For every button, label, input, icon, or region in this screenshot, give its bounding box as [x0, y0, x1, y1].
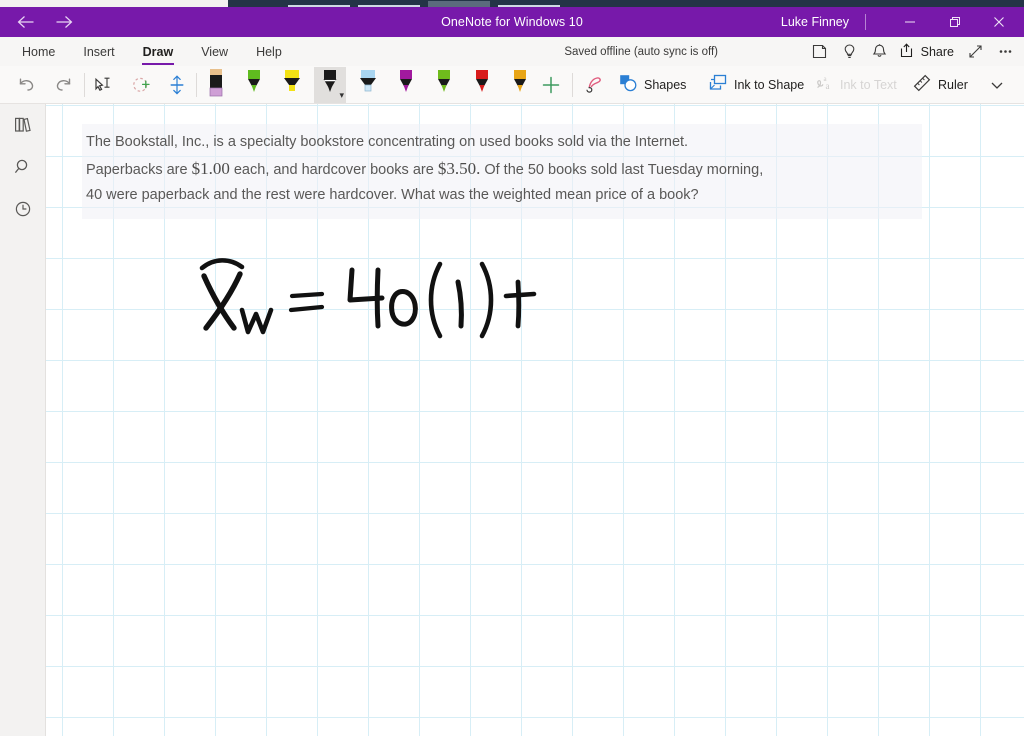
pen-yellow-highlighter[interactable] [276, 67, 308, 103]
ribbon-actions: Share [805, 37, 1020, 66]
toolbar-divider-2 [196, 73, 197, 97]
redo-button[interactable] [48, 69, 80, 101]
background-window-left [0, 0, 228, 7]
toolbar-divider-1 [84, 73, 85, 97]
minimize-button[interactable] [888, 7, 932, 37]
tab-draw[interactable]: Draw [129, 37, 188, 66]
pen-black-selected[interactable]: ▾ [314, 67, 346, 103]
tab-view[interactable]: View [187, 37, 242, 66]
price-paperback: $1.00 [191, 158, 230, 178]
add-pen-button[interactable] [536, 69, 566, 101]
note-line2-part-c: Of the 50 books sold last Tuesday mornin… [480, 161, 764, 178]
titlebar-divider [865, 14, 866, 30]
shapes-button[interactable]: Shapes [614, 69, 690, 101]
pen-lime[interactable] [428, 67, 460, 103]
close-button[interactable] [977, 7, 1021, 37]
ribbon-tabs: Home Insert Draw View Help [8, 37, 296, 66]
save-status-text: Saved offline (auto sync is off) [564, 45, 718, 58]
title-bar: OneNote for Windows 10 Luke Finney [0, 7, 1024, 37]
maximize-restore-button[interactable] [933, 7, 977, 37]
note-text-line-3: 40 were paperback and the rest were hard… [86, 187, 699, 203]
share-icon [899, 42, 916, 62]
eraser-icon[interactable] [126, 69, 156, 101]
ruler-icon [912, 73, 932, 98]
account-name[interactable]: Luke Finney [781, 7, 849, 37]
toolbar-overflow-chevron-icon[interactable] [982, 69, 1012, 101]
tab-insert[interactable]: Insert [69, 37, 128, 66]
recent-clock-icon[interactable] [0, 188, 46, 230]
pen-orange[interactable] [504, 67, 536, 103]
handwritten-ink-equation[interactable] [196, 244, 616, 374]
draw-toolbar: ▾ Shapes Ink to Shape a a Ink to Text Ru… [0, 66, 1024, 104]
note-page-canvas[interactable]: The Bookstall, Inc., is a specialty book… [46, 104, 1024, 736]
share-label: Share [920, 44, 954, 59]
svg-text:a: a [826, 81, 830, 91]
pen-blue-highlighter[interactable] [352, 67, 384, 103]
ruler-label: Ruler [938, 78, 968, 92]
shapes-icon [618, 73, 638, 98]
bell-icon[interactable] [865, 37, 895, 66]
ink-replay-icon[interactable] [578, 69, 610, 101]
note-text-line-1: The Bookstall, Inc., is a specialty book… [86, 134, 689, 150]
chevron-down-icon[interactable]: ▾ [339, 91, 344, 100]
note-text-line-2: Paperbacks are $1.00 each, and hardcover… [86, 156, 918, 184]
notebooks-icon[interactable] [0, 104, 46, 146]
left-navigation-rail [0, 104, 46, 736]
ink-to-text-button: a a Ink to Text [810, 69, 901, 101]
note-line2-part-a: Paperbacks are [86, 161, 192, 178]
share-button[interactable]: Share [895, 37, 960, 66]
ink-to-text-icon: a a [814, 73, 834, 98]
app-title: OneNote for Windows 10 [441, 15, 583, 29]
pen-pencil[interactable] [200, 67, 232, 103]
pen-purple[interactable] [390, 67, 422, 103]
ruler-button[interactable]: Ruler [908, 69, 972, 101]
note-line2-part-b: each, and hardcover books are [229, 161, 438, 178]
shapes-label: Shapes [644, 78, 687, 92]
pen-red[interactable] [466, 67, 498, 103]
lightbulb-icon[interactable] [835, 37, 865, 66]
toolbar-divider-3 [572, 73, 573, 97]
note-text-block[interactable]: The Bookstall, Inc., is a specialty book… [82, 124, 922, 219]
ink-to-shape-label: Ink to Shape [734, 78, 805, 92]
price-hardcover: $3.50. [437, 158, 481, 178]
tab-help[interactable]: Help [242, 37, 296, 66]
more-options-icon[interactable] [990, 37, 1020, 66]
ink-to-shape-icon [708, 73, 728, 98]
search-icon[interactable] [0, 146, 46, 188]
ink-to-text-label: Ink to Text [840, 78, 897, 92]
expand-icon[interactable] [960, 37, 990, 66]
sticky-note-icon[interactable] [805, 37, 835, 66]
ribbon-tab-bar: Home Insert Draw View Help Saved offline… [0, 37, 1024, 66]
undo-button[interactable] [10, 69, 42, 101]
ink-thickness-icon[interactable] [162, 69, 192, 101]
ink-to-shape-button[interactable]: Ink to Shape [704, 69, 808, 101]
pen-green[interactable] [238, 67, 270, 103]
tab-home[interactable]: Home [8, 37, 69, 66]
lasso-select-icon[interactable] [88, 69, 118, 101]
